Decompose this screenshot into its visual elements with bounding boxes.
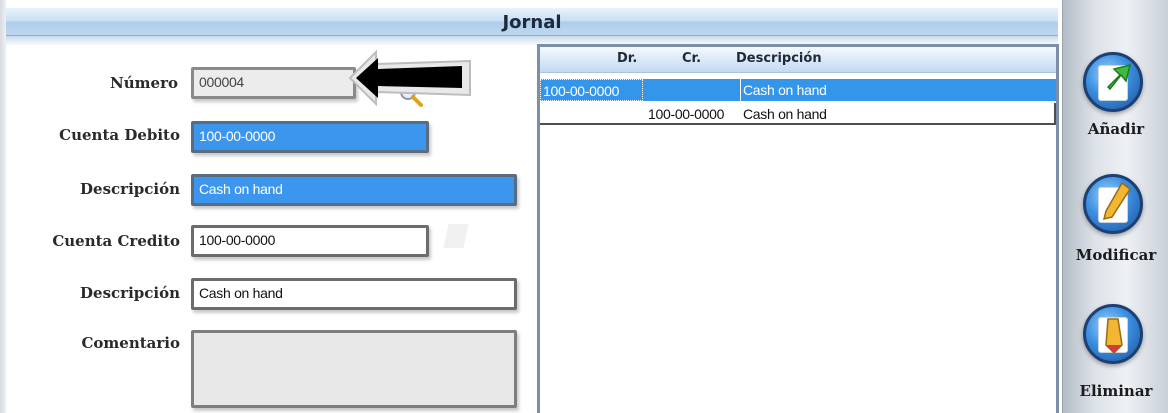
add-button[interactable]: Añadir	[1063, 46, 1168, 156]
pencil-icon	[1102, 181, 1132, 221]
table-row[interactable]: 100-00-0000 Cash on hand	[540, 79, 1056, 101]
grid-header: Dr. Cr. Descripción	[540, 47, 1056, 73]
table-row[interactable]: 100-00-0000 Cash on hand	[540, 103, 1056, 125]
pointer-arrow-annotation	[348, 49, 471, 107]
cuenta-debito-field[interactable]: 100-00-0000	[191, 121, 429, 153]
window-left-edge	[0, 0, 6, 413]
descripcion-debito-field[interactable]: Cash on hand	[191, 174, 517, 206]
eraser-icon	[1105, 318, 1123, 355]
numero-label: Número	[110, 74, 178, 92]
title-bar: Jornal	[6, 8, 1058, 36]
cell-descripcion[interactable]: Cash on hand	[741, 79, 1041, 101]
comentario-field[interactable]	[191, 330, 517, 408]
edit-icon	[1083, 174, 1143, 234]
cell-cr[interactable]: 100-00-0000	[646, 103, 741, 125]
numero-field[interactable]: 000004	[191, 67, 356, 99]
faded-decoration	[443, 224, 469, 248]
cuenta-debito-label: Cuenta Debito	[59, 126, 180, 144]
delete-icon	[1083, 304, 1143, 364]
descripcion-credito-label: Descripción	[80, 284, 180, 302]
edit-button[interactable]: Modificar	[1063, 168, 1168, 278]
action-toolbar: Añadir Modificar Eliminar	[1062, 0, 1168, 413]
add-icon	[1083, 52, 1143, 112]
journal-window: Jornal Número Cuenta Debito Descripción …	[0, 0, 1168, 413]
column-header-dr[interactable]: Dr.	[617, 51, 637, 66]
cell-dr[interactable]	[540, 103, 643, 125]
cell-descripcion[interactable]: Cash on hand	[741, 103, 1041, 125]
cuenta-credito-field[interactable]: 100-00-0000	[191, 225, 429, 257]
journal-grid[interactable]: Dr. Cr. Descripción 100-00-0000 Cash on …	[537, 44, 1059, 413]
comentario-label: Comentario	[81, 334, 180, 352]
column-header-cr[interactable]: Cr.	[682, 51, 701, 66]
cell-cr[interactable]	[644, 79, 740, 101]
delete-label: Eliminar	[1079, 382, 1153, 400]
cell-dr[interactable]: 100-00-0000	[540, 79, 643, 101]
descripcion-debito-label: Descripción	[80, 180, 180, 198]
delete-button[interactable]: Eliminar	[1063, 296, 1168, 406]
edit-label: Modificar	[1075, 246, 1157, 264]
green-arrow-icon	[1106, 63, 1132, 91]
descripcion-credito-field[interactable]: Cash on hand	[191, 278, 517, 310]
column-header-descripcion[interactable]: Descripción	[736, 51, 822, 66]
window-title: Jornal	[502, 12, 562, 33]
cuenta-credito-label: Cuenta Credito	[52, 232, 180, 250]
add-label: Añadir	[1087, 120, 1145, 138]
